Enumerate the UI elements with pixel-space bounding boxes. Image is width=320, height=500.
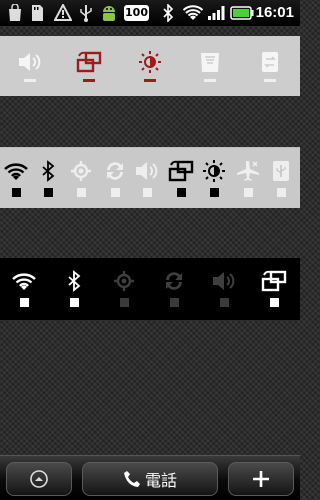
power-control-widget-grey — [0, 147, 300, 208]
brightness-icon — [139, 51, 161, 73]
sd-card-icon — [30, 3, 44, 23]
toggle-indicator — [110, 188, 120, 197]
auto-rotate-icon — [76, 51, 102, 73]
filter-icon — [201, 53, 219, 72]
toggle-indicator — [43, 188, 53, 197]
toggle-indicator — [219, 298, 229, 307]
volume-icon — [213, 272, 235, 290]
toggle-indicator — [176, 188, 186, 197]
toggle-indicator — [76, 188, 86, 197]
toggle-auto-rotate[interactable] — [252, 270, 296, 307]
toggle-volume[interactable] — [202, 270, 246, 307]
battery-icon — [230, 3, 254, 23]
toggle-filter[interactable] — [188, 51, 232, 82]
plus-icon — [253, 471, 269, 487]
toggle-indicator — [11, 188, 21, 197]
toggle-indicator — [204, 79, 216, 82]
add-button[interactable] — [228, 462, 294, 496]
signal-icon — [207, 3, 227, 23]
toggle-indicator — [24, 79, 36, 82]
toggle-indicator — [169, 298, 179, 307]
sync-icon — [166, 272, 182, 290]
toggle-indicator — [264, 79, 276, 82]
phone-handset-icon — [123, 471, 140, 487]
bottom-dock: 電話 — [0, 455, 300, 500]
toggle-auto-rotate[interactable] — [67, 51, 111, 82]
toggle-wifi[interactable] — [2, 270, 46, 307]
toggle-indicator — [142, 188, 152, 197]
phone-button[interactable]: 電話 — [82, 462, 218, 496]
toggle-volume[interactable] — [8, 51, 52, 82]
toggle-indicator — [243, 188, 253, 197]
volume-icon — [19, 53, 41, 71]
airplane-icon — [237, 161, 259, 181]
bluetooth-icon — [42, 160, 55, 182]
usb-icon — [78, 3, 94, 23]
android-robot-icon — [99, 3, 119, 23]
notification-bag-icon — [6, 3, 24, 23]
gps-icon — [114, 271, 134, 291]
toggle-indicator — [83, 79, 95, 82]
power-control-widget-light — [0, 36, 300, 96]
auto-rotate-icon — [261, 270, 287, 292]
bluetooth-icon — [162, 3, 174, 23]
battery-percent-badge: 100 — [124, 5, 149, 21]
warning-icon — [54, 3, 72, 23]
toggle-usb-storage[interactable] — [259, 160, 303, 197]
toggle-indicator — [69, 298, 79, 307]
brightness-icon — [203, 160, 225, 182]
wifi-icon — [12, 273, 36, 290]
gps-icon — [71, 161, 91, 181]
toggle-gps[interactable] — [102, 270, 146, 307]
toggle-indicator — [209, 188, 219, 197]
toggle-sync[interactable] — [248, 51, 292, 82]
volume-icon — [136, 162, 158, 180]
power-control-widget-dark — [0, 258, 300, 320]
toggle-indicator — [119, 298, 129, 307]
usb-storage-icon — [273, 161, 289, 181]
toggle-brightness[interactable] — [128, 51, 172, 82]
bluetooth-icon — [68, 270, 81, 292]
app-drawer-button[interactable] — [6, 462, 72, 496]
toggle-indicator — [19, 298, 29, 307]
toggle-indicator — [269, 298, 279, 307]
toggle-indicator — [144, 79, 156, 82]
toggle-bluetooth[interactable] — [52, 270, 96, 307]
wifi-icon — [183, 3, 203, 23]
status-clock: 16:01 — [255, 4, 294, 21]
toggle-indicator — [276, 188, 286, 197]
chevron-up-circle-icon — [30, 470, 48, 488]
sync-icon — [262, 52, 278, 72]
status-bar[interactable]: 100 16:01 — [0, 0, 300, 26]
phone-label: 電話 — [144, 471, 177, 490]
toggle-sync[interactable] — [152, 270, 196, 307]
auto-rotate-icon — [168, 160, 194, 182]
